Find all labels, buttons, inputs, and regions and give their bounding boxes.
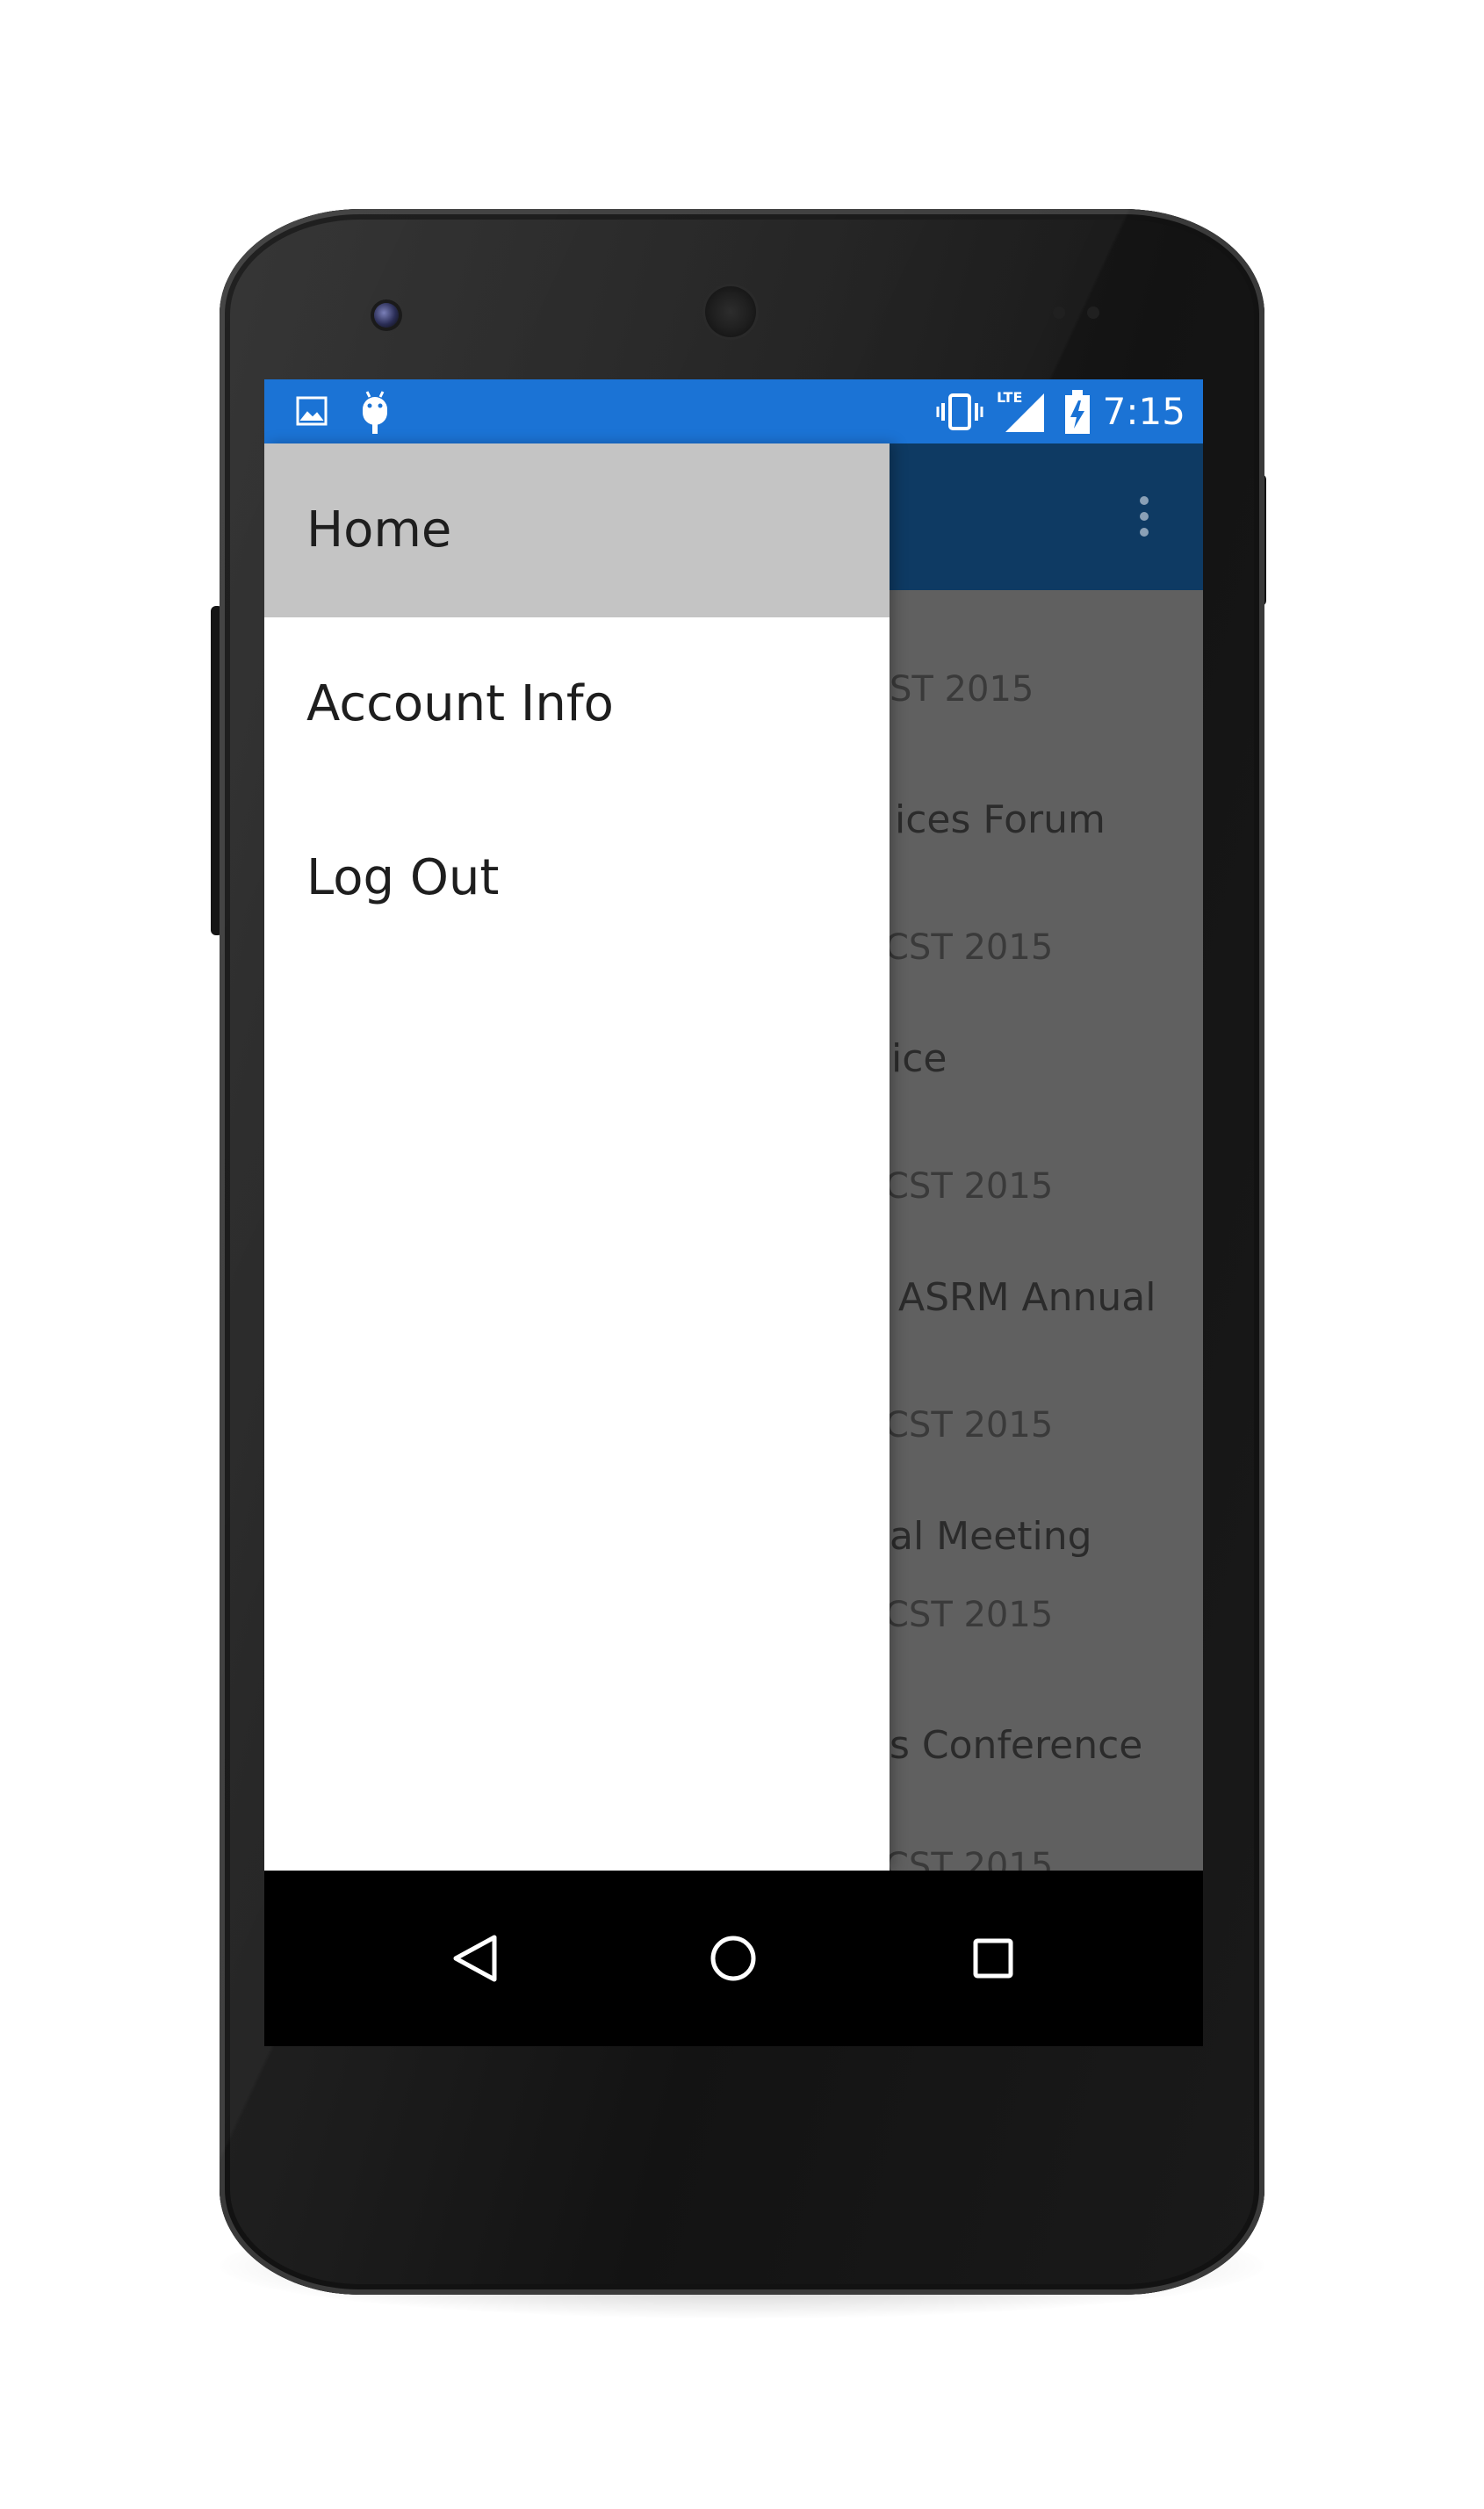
phone-screen: LTE 7:15 ST 2015 ices Forum CST 2015 ice…: [264, 379, 1203, 2046]
status-time: 7:15: [1102, 390, 1185, 433]
earpiece-speaker: [705, 286, 756, 337]
vibrate-icon: [936, 393, 983, 430]
back-icon[interactable]: [421, 1906, 526, 2011]
status-bar: LTE 7:15: [264, 379, 1203, 443]
list-item-date: CST 2015: [884, 927, 1054, 968]
list-item-title[interactable]: ices Forum: [895, 797, 1106, 842]
drawer-item-account-info[interactable]: Account Info: [264, 617, 890, 791]
drawer-item-log-out[interactable]: Log Out: [264, 791, 890, 965]
drawer-item-home[interactable]: Home: [264, 443, 890, 617]
lte-signal-icon: LTE: [997, 390, 1046, 434]
list-item-date: ST 2015: [890, 669, 1034, 710]
drawer-item-label: Home: [306, 501, 452, 559]
home-icon[interactable]: [681, 1906, 786, 2011]
system-navigation-bar: [264, 1871, 1203, 2046]
drawer-item-label: Account Info: [306, 675, 614, 732]
list-item-title[interactable]: al Meeting: [890, 1514, 1092, 1559]
list-item-title[interactable]: s Conference: [890, 1723, 1142, 1768]
recents-icon[interactable]: [940, 1906, 1046, 2011]
device-mockup: LTE 7:15 ST 2015 ices Forum CST 2015 ice…: [0, 0, 1484, 2509]
list-item-title[interactable]: ice: [891, 1036, 947, 1081]
drawer-item-label: Log Out: [306, 849, 500, 906]
navigation-drawer: Home Account Info Log Out: [264, 443, 890, 1871]
battery-charging-icon: [1065, 390, 1090, 434]
overflow-menu-icon[interactable]: [1140, 496, 1150, 544]
list-item-date: CST 2015: [884, 1166, 1054, 1207]
list-item-title[interactable]: ASRM Annual: [898, 1275, 1156, 1320]
list-item-date: CST 2015: [884, 1405, 1054, 1446]
image-notification-icon: [296, 396, 328, 426]
proximity-sensor: [1053, 306, 1065, 319]
list-item-date: CST 2015: [884, 1595, 1054, 1635]
front-camera: [374, 303, 399, 328]
light-sensor: [1087, 306, 1099, 319]
android-debug-icon: [363, 391, 387, 434]
